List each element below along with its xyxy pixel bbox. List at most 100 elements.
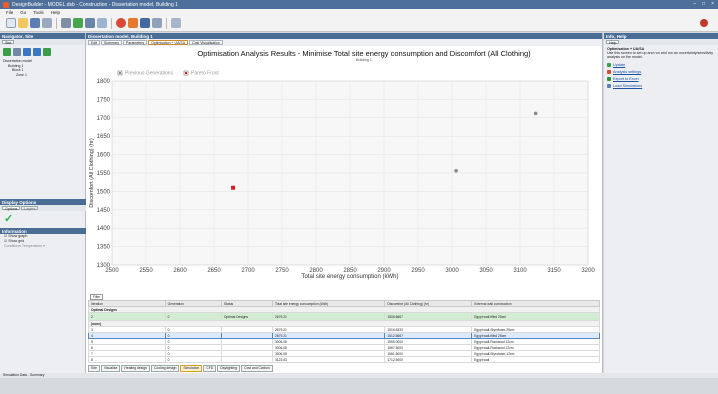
tab-site[interactable]: Site bbox=[2, 40, 15, 45]
display-options: Display Options Options Layers ✓ Informa… bbox=[0, 199, 86, 374]
analysis-settings-link[interactable]: Analysis settings bbox=[604, 69, 718, 76]
new-file-icon[interactable] bbox=[6, 18, 16, 28]
y-tick-label: 1550 bbox=[97, 171, 111, 177]
y-tick-label: 1350 bbox=[97, 245, 111, 251]
tab-options[interactable]: Options bbox=[2, 206, 21, 211]
window-title: DesignBuilder - MODEL.dsb - Construction… bbox=[12, 1, 178, 8]
load-simulations-link[interactable]: Load Simulations bbox=[604, 83, 718, 90]
tab-cost-visualisation[interactable]: Cost Visualisation bbox=[189, 40, 223, 45]
generation-cell: 0 bbox=[164, 356, 222, 363]
y-tick-label: 1500 bbox=[97, 189, 111, 195]
filter-button[interactable]: Filter bbox=[90, 294, 104, 300]
bottom-tab-heating-design[interactable]: Heating design bbox=[121, 365, 150, 372]
results-grid: Filter Iteration Generation Status Total… bbox=[88, 294, 600, 394]
status-cell: Optimal Designs bbox=[220, 312, 273, 321]
menu-go[interactable]: Go bbox=[20, 10, 26, 15]
info-text-block: Optimisation + UA/SA Use this screen to … bbox=[604, 45, 718, 62]
minimize-button[interactable]: – bbox=[693, 1, 696, 7]
export-icon[interactable] bbox=[152, 18, 162, 28]
excel-icon bbox=[607, 77, 611, 82]
conditions-label: Conditions Temperature bbox=[4, 244, 43, 248]
analysis-settings-label: Analysis settings bbox=[613, 70, 642, 75]
table-row[interactable]: 8 0 3123.43 1712.5000 Egypt wall bbox=[88, 356, 600, 363]
grid-icon[interactable] bbox=[13, 48, 21, 56]
save-icon[interactable] bbox=[30, 18, 40, 28]
run-icon[interactable] bbox=[128, 18, 138, 28]
bottom-tab-visualise[interactable]: Visualise bbox=[100, 365, 121, 372]
conditions-select[interactable]: Conditions Temperature ▾ bbox=[0, 244, 86, 249]
toolbar-divider bbox=[56, 18, 57, 29]
update-link[interactable]: Update bbox=[604, 62, 718, 69]
wall-cell: Egypt wall-filled 25cm bbox=[471, 312, 600, 321]
tab-edit[interactable]: Edit bbox=[88, 40, 101, 45]
close-button[interactable]: × bbox=[711, 1, 714, 7]
load-simulations-label: Load Simulations bbox=[613, 84, 643, 89]
update-label: Update bbox=[613, 63, 626, 68]
tab-summary[interactable]: Summary bbox=[101, 40, 123, 45]
help-icon[interactable] bbox=[700, 19, 708, 27]
view-tabs: Edit Summary Parameters Optimisation + U… bbox=[86, 39, 602, 46]
x-axis-label: Total site energy consumption (kWh) bbox=[301, 274, 398, 280]
y-tick-label: 1450 bbox=[97, 208, 111, 214]
bottom-tab-cost-and-carbon[interactable]: Cost and Carbon bbox=[241, 365, 273, 372]
back-icon[interactable] bbox=[23, 48, 31, 56]
bottom-tab-daylighting[interactable]: Daylighting bbox=[217, 365, 241, 372]
stop-icon[interactable] bbox=[116, 18, 126, 28]
bottom-tab-cfd[interactable]: CFD bbox=[203, 365, 217, 372]
maximize-button[interactable]: □ bbox=[702, 1, 705, 7]
chart-title: Optimisation Analysis Results - Minimise… bbox=[197, 49, 531, 58]
tab-parameters[interactable]: Parameters bbox=[123, 40, 148, 45]
tab-layers[interactable]: Layers bbox=[21, 206, 39, 211]
status-bar: Simulation Data - Summary bbox=[0, 373, 718, 378]
iteration-cell: 8 bbox=[88, 356, 166, 363]
navigator-panel: Navigator, Site Site Dissertation model … bbox=[0, 33, 86, 373]
x-tick-label: 2650 bbox=[207, 268, 221, 274]
report-icon[interactable] bbox=[140, 18, 150, 28]
window-titlebar: DesignBuilder - MODEL.dsb - Construction… bbox=[0, 0, 718, 9]
wall-cell: Egypt wall bbox=[471, 356, 600, 363]
menu-tools[interactable]: Tools bbox=[33, 10, 44, 15]
x-tick-label: 3100 bbox=[513, 268, 527, 274]
tree-item-zone[interactable]: Zone 1 bbox=[3, 73, 85, 78]
menu-file[interactable]: File bbox=[6, 10, 13, 15]
camera-icon[interactable] bbox=[171, 18, 181, 28]
pareto-point bbox=[231, 185, 236, 190]
x-tick-label: 2950 bbox=[411, 268, 425, 274]
home-icon[interactable] bbox=[3, 48, 11, 56]
chart-icon[interactable] bbox=[73, 18, 83, 28]
discomfort-cell: 1506.6667 bbox=[384, 312, 473, 321]
legend-label-pareto: Pareto Front bbox=[191, 71, 219, 77]
export-excel-link[interactable]: Export to Excel bbox=[604, 76, 718, 83]
status-cell bbox=[220, 356, 273, 363]
print-icon[interactable] bbox=[42, 18, 52, 28]
bottom-tab-simulation[interactable]: Simulation bbox=[180, 365, 203, 372]
refresh-icon[interactable] bbox=[43, 48, 51, 56]
previous-generation-point bbox=[533, 111, 538, 116]
bottom-tab-site[interactable]: Site bbox=[88, 365, 100, 372]
table-icon[interactable] bbox=[85, 18, 95, 28]
window-controls: – □ × bbox=[693, 1, 714, 7]
update-icon bbox=[607, 63, 611, 68]
navigator-buttons bbox=[0, 45, 85, 59]
apply-check-icon[interactable]: ✓ bbox=[0, 211, 86, 225]
info-panel: Info, Help Help Optimisation + UA/SA Use… bbox=[604, 33, 718, 373]
window-icon[interactable] bbox=[97, 18, 107, 28]
show-graph-label: Show graph bbox=[8, 234, 28, 238]
y-tick-label: 1650 bbox=[97, 134, 111, 140]
tab-help[interactable]: Help bbox=[606, 40, 620, 45]
scatter-chart: 2500 2550 2600 2650 2700 2750 2800 2850 2900 2950… bbox=[88, 47, 600, 292]
show-grid-label: Show grid bbox=[8, 239, 25, 243]
x-tick-label: 2600 bbox=[173, 268, 187, 274]
tab-optimisation[interactable]: Optimisation + UA/SA bbox=[148, 40, 189, 45]
menu-help[interactable]: Help bbox=[51, 10, 60, 15]
y-axis-label: Discomfort (All Clothing) (hr) bbox=[89, 138, 95, 208]
table-row[interactable]: 2 0 Optimal Designs 2679.21 1506.6667 Egypt w… bbox=[88, 312, 600, 321]
tools-icon[interactable] bbox=[61, 18, 71, 28]
forward-icon[interactable] bbox=[33, 48, 41, 56]
open-folder-icon[interactable] bbox=[18, 18, 28, 28]
y-tick-label: 1400 bbox=[97, 226, 111, 232]
discomfort-cell: 1712.5000 bbox=[384, 356, 473, 363]
y-tick-label: 1750 bbox=[97, 97, 111, 103]
generation-cell: 0 bbox=[164, 312, 222, 321]
bottom-tab-cooling-design[interactable]: Cooling design bbox=[150, 365, 180, 372]
